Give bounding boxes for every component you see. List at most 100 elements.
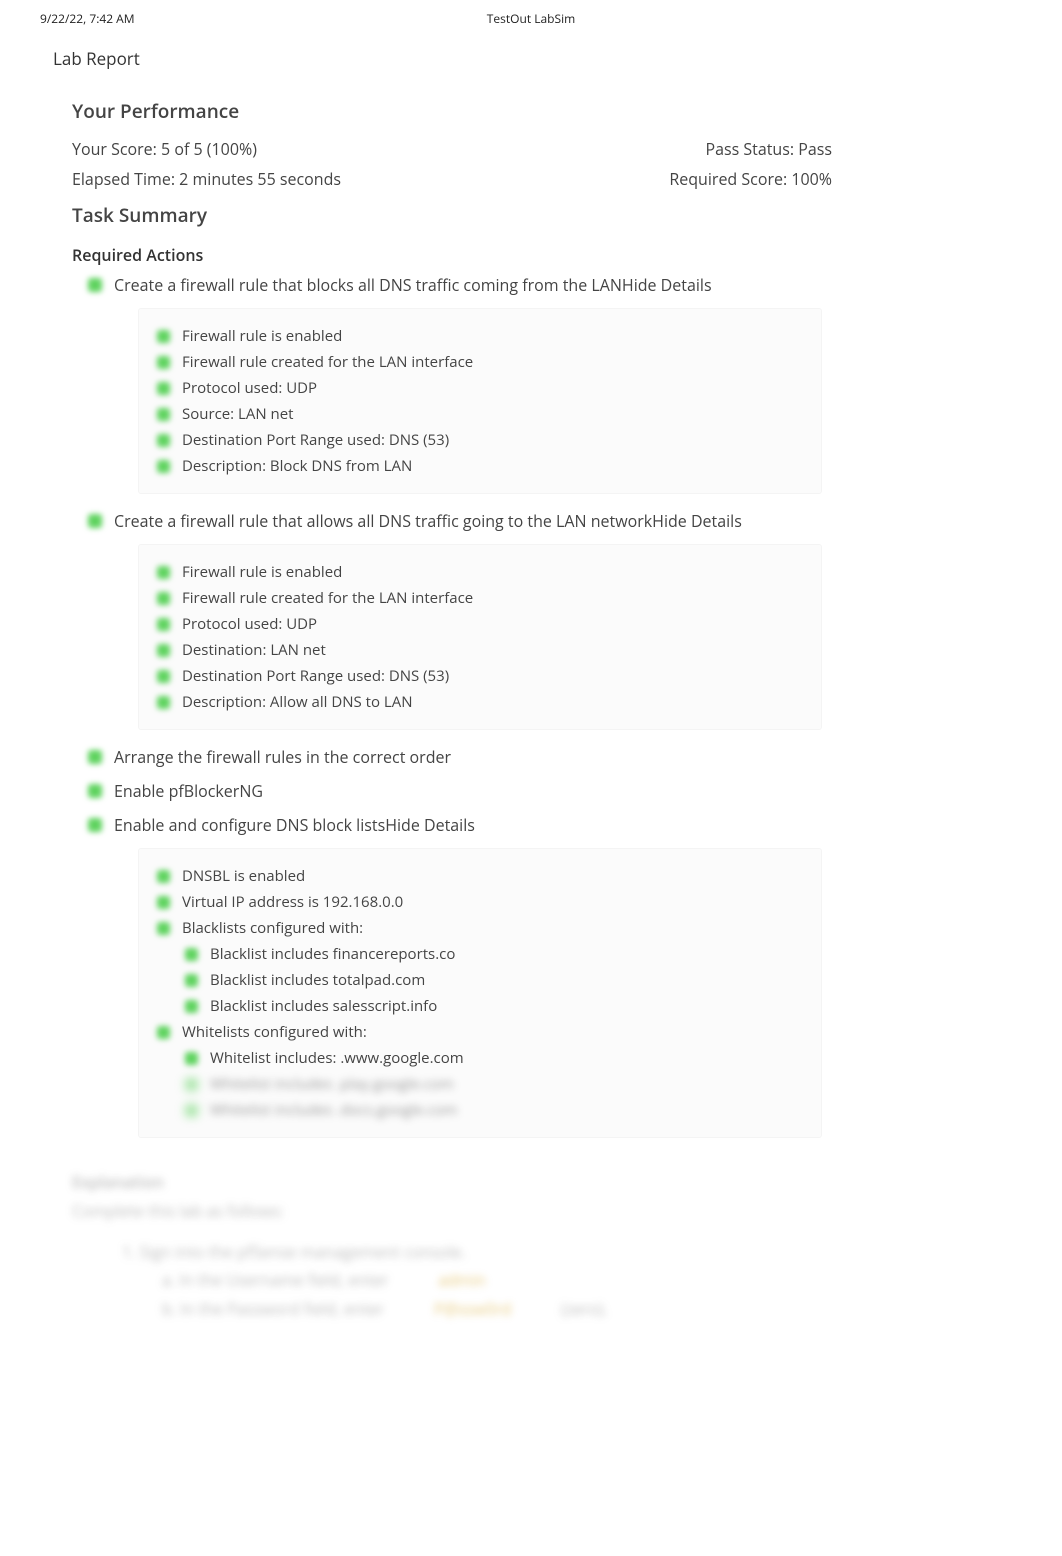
score-row: Your Score: 5 of 5 (100%) Pass Status: P…	[18, 134, 1022, 164]
detail-text: Blacklist includes totalpad.com	[210, 970, 425, 990]
substep-text: a. In the Username field, enter	[162, 1266, 388, 1295]
check-icon	[157, 408, 170, 421]
detail-sub-item: Blacklist includes salesscript.info	[157, 993, 803, 1019]
action-item: Enable pfBlockerNG	[18, 774, 1022, 808]
detail-item: Destination Port Range used: DNS (53)	[157, 427, 803, 453]
detail-item: Firewall rule created for the LAN interf…	[157, 349, 803, 375]
detail-item: Source: LAN net	[157, 401, 803, 427]
performance-heading: Your Performance	[18, 80, 1022, 134]
detail-item: Firewall rule created for the LAN interf…	[157, 585, 803, 611]
detail-sub-item: Blacklist includes totalpad.com	[157, 967, 803, 993]
check-icon	[157, 896, 170, 909]
substep-extra: (zero).	[561, 1295, 607, 1324]
check-icon	[157, 592, 170, 605]
check-icon	[157, 870, 170, 883]
check-icon	[88, 750, 102, 764]
check-icon	[157, 460, 170, 473]
action-text: Create a firewall rule that blocks all D…	[114, 274, 622, 296]
detail-item: Destination: LAN net	[157, 637, 803, 663]
substep-value: P@ssw0rd	[434, 1295, 511, 1324]
detail-text: Description: Block DNS from LAN	[182, 456, 412, 476]
detail-text: Whitelist includes: .www.google.com	[210, 1048, 464, 1068]
action-item: Create a firewall rule that allows all D…	[18, 504, 1022, 538]
check-icon	[157, 1026, 170, 1039]
detail-sub-item-blurred: Whitelist includes .docs.google.com	[157, 1097, 803, 1123]
required-score: Required Score: 100%	[669, 168, 832, 190]
detail-text: Whitelist includes .docs.google.com	[210, 1100, 457, 1120]
pass-status: Pass Status: Pass	[705, 138, 832, 160]
check-icon	[157, 696, 170, 709]
detail-item: Destination Port Range used: DNS (53)	[157, 663, 803, 689]
explanation-section: Explanation Complete this lab as follows…	[18, 1148, 1022, 1324]
detail-text: DNSBL is enabled	[182, 866, 305, 886]
header-timestamp: 9/22/22, 7:42 AM	[40, 10, 135, 27]
detail-item: Virtual IP address is 192.168.0.0	[157, 889, 803, 915]
detail-item: DNSBL is enabled	[157, 863, 803, 889]
detail-sub-item: Whitelist includes: .www.google.com	[157, 1045, 803, 1071]
explanation-step: 1. Sign into the pfSense management cons…	[72, 1238, 1022, 1267]
detail-text: Virtual IP address is 192.168.0.0	[182, 892, 403, 912]
explanation-substep: a. In the Username field, enter admin	[72, 1266, 1022, 1295]
check-icon	[88, 784, 102, 798]
details-panel: Firewall rule is enabled Firewall rule c…	[138, 544, 822, 730]
check-icon	[157, 330, 170, 343]
substep-value: admin	[438, 1266, 485, 1295]
action-item: Create a firewall rule that blocks all D…	[18, 268, 1022, 302]
detail-text: Firewall rule is enabled	[182, 562, 342, 582]
check-icon	[185, 1052, 198, 1065]
detail-text: Destination Port Range used: DNS (53)	[182, 430, 449, 450]
details-panel: Firewall rule is enabled Firewall rule c…	[138, 308, 822, 494]
check-icon	[185, 1104, 198, 1117]
detail-text: Whitelists configured with:	[182, 1022, 367, 1042]
header-app-title: TestOut LabSim	[487, 10, 575, 27]
detail-item: Protocol used: UDP	[157, 611, 803, 637]
explanation-substep: b. In the Password field, enter P@ssw0rd…	[72, 1295, 1022, 1324]
check-icon	[185, 1000, 198, 1013]
check-icon	[185, 1078, 198, 1091]
time-row: Elapsed Time: 2 minutes 55 seconds Requi…	[18, 164, 1022, 194]
explanation-subheading: Complete this lab as follows:	[72, 1197, 1022, 1226]
check-icon	[157, 566, 170, 579]
hide-details-toggle[interactable]: Hide Details	[652, 510, 742, 532]
hide-details-toggle[interactable]: Hide Details	[385, 814, 475, 836]
substep-text: b. In the Password field, enter	[162, 1295, 384, 1324]
details-panel: DNSBL is enabled Virtual IP address is 1…	[138, 848, 822, 1138]
check-icon	[88, 278, 102, 292]
lab-report-title: Lab Report	[18, 33, 1022, 80]
action-item: Enable and configure DNS block listsHide…	[18, 808, 1022, 842]
detail-text: Blacklist includes salesscript.info	[210, 996, 437, 1016]
detail-item: Whitelists configured with:	[157, 1019, 803, 1045]
detail-item: Description: Block DNS from LAN	[157, 453, 803, 479]
detail-text: Protocol used: UDP	[182, 378, 317, 398]
check-icon	[88, 818, 102, 832]
detail-text: Protocol used: UDP	[182, 614, 317, 634]
action-text: Arrange the firewall rules in the correc…	[114, 746, 451, 768]
check-icon	[157, 618, 170, 631]
action-text: Enable pfBlockerNG	[114, 780, 263, 802]
task-summary-heading: Task Summary	[18, 194, 1022, 238]
detail-item: Firewall rule is enabled	[157, 559, 803, 585]
detail-text: Firewall rule created for the LAN interf…	[182, 352, 473, 372]
detail-item: Protocol used: UDP	[157, 375, 803, 401]
hide-details-toggle[interactable]: Hide Details	[622, 274, 712, 296]
action-text: Enable and configure DNS block lists	[114, 814, 385, 836]
explanation-heading: Explanation	[72, 1168, 1022, 1197]
check-icon	[157, 644, 170, 657]
detail-item: Firewall rule is enabled	[157, 323, 803, 349]
detail-text: Destination: LAN net	[182, 640, 326, 660]
detail-text: Firewall rule created for the LAN interf…	[182, 588, 473, 608]
your-score: Your Score: 5 of 5 (100%)	[72, 138, 257, 160]
detail-sub-item: Blacklist includes financereports.co	[157, 941, 803, 967]
report-content: Lab Report Your Performance Your Score: …	[0, 33, 1062, 1384]
detail-text: Blacklists configured with:	[182, 918, 363, 938]
detail-text: Description: Allow all DNS to LAN	[182, 692, 413, 712]
detail-sub-item-blurred: Whitelist includes .play.google.com	[157, 1071, 803, 1097]
action-item: Arrange the firewall rules in the correc…	[18, 740, 1022, 774]
check-icon	[157, 922, 170, 935]
page-header: 9/22/22, 7:42 AM TestOut LabSim	[0, 0, 1062, 33]
detail-text: Blacklist includes financereports.co	[210, 944, 455, 964]
elapsed-time: Elapsed Time: 2 minutes 55 seconds	[72, 168, 341, 190]
check-icon	[157, 356, 170, 369]
detail-item: Description: Allow all DNS to LAN	[157, 689, 803, 715]
required-actions-heading: Required Actions	[18, 238, 1022, 268]
